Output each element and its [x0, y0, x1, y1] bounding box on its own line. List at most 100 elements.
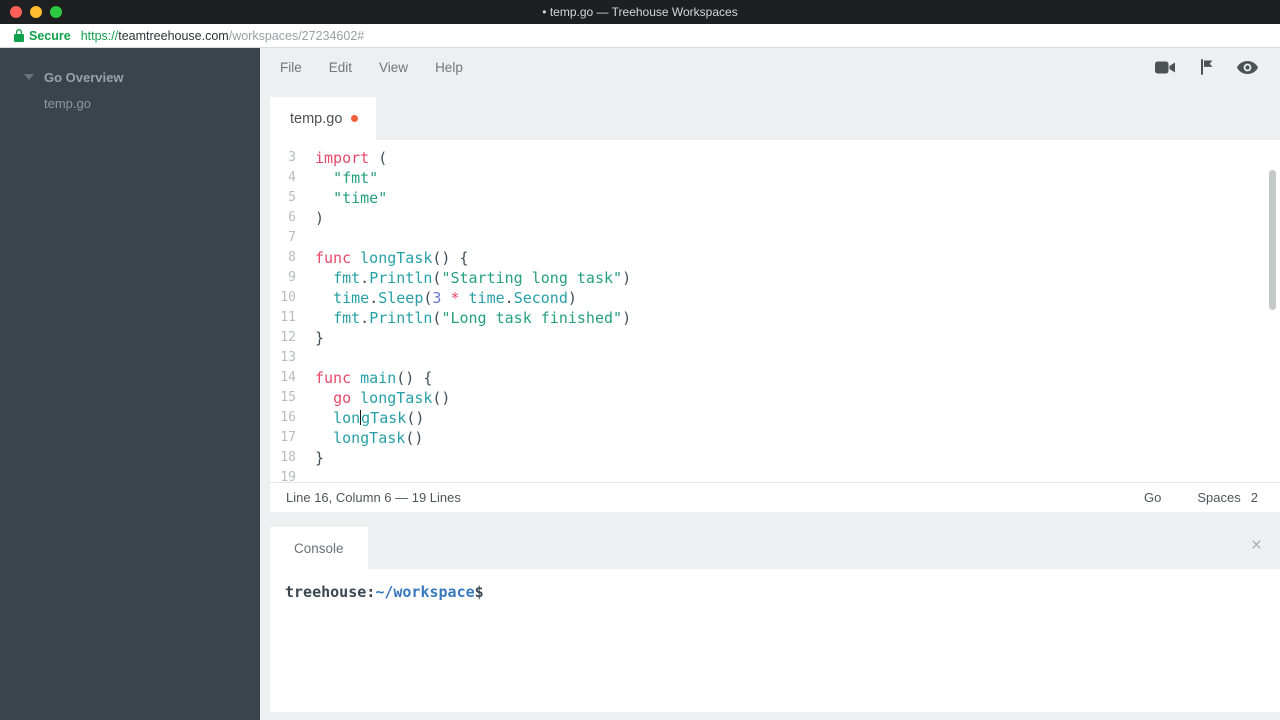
macos-titlebar: • temp.go — Treehouse Workspaces: [0, 0, 1280, 24]
language-mode-selector[interactable]: Go: [1144, 490, 1161, 505]
console-panel: Console × treehouse:~/workspace$: [270, 527, 1280, 712]
code-token: ): [315, 209, 324, 227]
url-scheme: https://: [81, 29, 119, 43]
code-text: }: [315, 328, 324, 348]
code-token: [460, 289, 469, 307]
menu-view[interactable]: View: [379, 60, 408, 75]
code-line: 14func main() {: [270, 368, 1280, 388]
console-tabstrip: Console ×: [270, 527, 1280, 569]
line-number: 19: [270, 468, 296, 482]
url-text[interactable]: https://teamtreehouse.com/workspaces/272…: [81, 29, 365, 43]
code-token: time: [333, 289, 369, 307]
code-line: 13: [270, 348, 1280, 368]
security-label: Secure: [29, 29, 71, 43]
code-line: 10 time.Sleep(3 * time.Second): [270, 288, 1280, 308]
code-token: Second: [514, 289, 568, 307]
sidebar-item-go-overview[interactable]: Go Overview: [0, 64, 260, 90]
code-text: "time": [315, 188, 387, 208]
code-text: longTask(): [315, 408, 424, 428]
code-line: 6): [270, 208, 1280, 228]
code-token: ): [622, 309, 631, 327]
code-line: 7: [270, 228, 1280, 248]
menu-file[interactable]: File: [280, 60, 302, 75]
browser-url-bar[interactable]: Secure https://teamtreehouse.com/workspa…: [0, 24, 1280, 48]
code-token: (): [405, 429, 423, 447]
terminal-prompt-symbol: $: [475, 583, 484, 601]
eye-icon[interactable]: [1237, 61, 1258, 74]
sidebar-item-temp-go[interactable]: temp.go: [0, 90, 260, 116]
tab-temp-go[interactable]: temp.go: [270, 97, 376, 140]
code-token: func: [315, 249, 351, 267]
indent-settings[interactable]: Spaces2: [1197, 490, 1258, 505]
code-token: [315, 169, 333, 187]
line-number: 9: [270, 268, 296, 288]
close-icon[interactable]: ×: [1251, 536, 1262, 555]
code-token: [315, 409, 333, 427]
code-token: "Starting long task": [441, 269, 622, 287]
camera-icon[interactable]: [1155, 60, 1176, 75]
editor-statusbar: Line 16, Column 6 — 19 Lines Go Spaces2: [270, 482, 1280, 512]
code-token: [351, 249, 360, 267]
console-terminal[interactable]: treehouse:~/workspace$: [270, 569, 1280, 712]
terminal-prompt-path: ~/workspace: [375, 583, 474, 601]
code-token: main: [360, 369, 396, 387]
window-title: • temp.go — Treehouse Workspaces: [0, 5, 1280, 19]
code-token: .: [360, 309, 369, 327]
code-token: longTask: [333, 429, 405, 447]
code-token: [351, 389, 360, 407]
code-text: "fmt": [315, 168, 378, 188]
line-number: 10: [270, 288, 296, 308]
line-number: 3: [270, 148, 296, 168]
code-token: Println: [369, 309, 432, 327]
cursor-position-status: Line 16, Column 6 — 19 Lines: [286, 490, 461, 505]
code-token: longTask: [360, 249, 432, 267]
code-token: import: [315, 149, 369, 167]
code-line: 12}: [270, 328, 1280, 348]
flag-icon[interactable]: [1200, 59, 1213, 75]
code-text: longTask(): [315, 428, 423, 448]
workspace-menubar: File Edit View Help: [260, 48, 1280, 86]
code-line: 19: [270, 468, 1280, 482]
code-text: time.Sleep(3 * time.Second): [315, 288, 577, 308]
sidebar-item-label: Go Overview: [44, 70, 123, 85]
code-token: go: [333, 389, 351, 407]
code-token: .: [369, 289, 378, 307]
code-area: 3import (4 "fmt"5 "time"6)78func longTas…: [270, 148, 1280, 482]
editor-scrollbar[interactable]: [1269, 170, 1276, 310]
code-line: 9 fmt.Println("Starting long task"): [270, 268, 1280, 288]
code-token: (): [432, 389, 450, 407]
code-token: time: [469, 289, 505, 307]
code-line: 17 longTask(): [270, 428, 1280, 448]
code-token: "fmt": [333, 169, 378, 187]
code-token: [315, 309, 333, 327]
code-text: fmt.Println("Long task finished"): [315, 308, 631, 328]
code-token: Println: [369, 269, 432, 287]
code-token: [315, 189, 333, 207]
code-line: 5 "time": [270, 188, 1280, 208]
code-token: gTask: [361, 409, 406, 427]
code-token: [315, 429, 333, 447]
line-number: 6: [270, 208, 296, 228]
code-token: lon: [333, 409, 360, 427]
code-editor[interactable]: 3import (4 "fmt"5 "time"6)78func longTas…: [270, 140, 1280, 482]
line-number: 18: [270, 448, 296, 468]
code-line: 8func longTask() {: [270, 248, 1280, 268]
url-domain: teamtreehouse.com: [118, 29, 228, 43]
url-path: /workspaces/27234602#: [229, 29, 365, 43]
line-number: 7: [270, 228, 296, 248]
line-number: 14: [270, 368, 296, 388]
file-sidebar: Go Overview temp.go: [0, 48, 260, 720]
menu-edit[interactable]: Edit: [329, 60, 352, 75]
code-token: longTask: [360, 389, 432, 407]
line-number: 17: [270, 428, 296, 448]
code-token: (): [406, 409, 424, 427]
tab-console[interactable]: Console: [270, 527, 368, 569]
code-token: ): [568, 289, 577, 307]
menu-help[interactable]: Help: [435, 60, 463, 75]
line-number: 5: [270, 188, 296, 208]
toolbar-icons: [1155, 59, 1258, 75]
code-line: 16 longTask(): [270, 408, 1280, 428]
code-token: func: [315, 369, 351, 387]
code-token: *: [450, 289, 459, 307]
code-token: "Long task finished": [441, 309, 622, 327]
